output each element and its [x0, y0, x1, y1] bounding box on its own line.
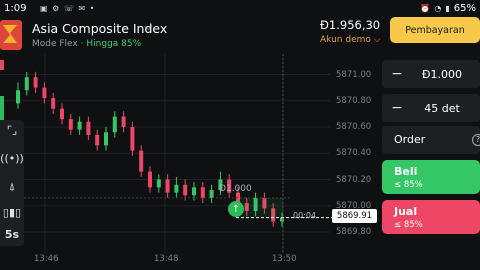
- chart-toolbar: ⌜⌟ ((•)) ⍋ ▯▮▯ 5s: [0, 120, 24, 246]
- sell-label: Jual: [394, 205, 418, 218]
- candle-down: [68, 119, 73, 130]
- y-tick-label: 5869.80: [336, 227, 372, 237]
- candle-down: [42, 87, 47, 99]
- amount-value[interactable]: Đ1.000: [412, 60, 472, 88]
- expiry-timer: 00:04: [293, 211, 317, 220]
- candle-down: [148, 171, 152, 188]
- candle-down: [183, 184, 188, 196]
- y-tick-label: 5870.60: [336, 122, 372, 132]
- buy-label: Beli: [394, 165, 418, 178]
- buy-button[interactable]: Beli ≤ 85%: [382, 160, 480, 194]
- y-tick-label: 5870.80: [336, 95, 372, 106]
- battery-level: 65%: [453, 3, 476, 14]
- account-type-label: Akun demo: [320, 35, 371, 45]
- mode-separator: ·: [80, 39, 84, 49]
- y-tick-label: 5870.20: [336, 174, 372, 185]
- help-icon[interactable]: ?: [472, 134, 480, 146]
- candle-up: [156, 179, 161, 188]
- alarm-icon: ⏰: [420, 4, 431, 13]
- candle-down: [33, 77, 38, 88]
- amount-stepper[interactable]: − Đ1.000: [382, 60, 480, 88]
- status-time: 1:09: [4, 3, 27, 14]
- chart-grid: [0, 54, 330, 254]
- deposit-button[interactable]: Pembayaran: [390, 17, 480, 43]
- asset-logo-icon[interactable]: [0, 20, 22, 50]
- signal-icon[interactable]: ((•)): [0, 152, 24, 165]
- candle-down: [95, 134, 100, 146]
- wifi-icon: ◔: [434, 4, 442, 13]
- status-right: ⏰ ◔ ▮ 65%: [420, 3, 476, 14]
- candle-up: [112, 116, 117, 133]
- status-bar: 1:09 ▣ ⚙ ☏ ✉ • ⏰ ◔ ▮ 65%: [0, 0, 480, 18]
- duration-value[interactable]: 45 det: [412, 94, 472, 122]
- duration-minus-button[interactable]: −: [382, 94, 412, 122]
- order-button[interactable]: Order ?: [382, 126, 480, 154]
- status-icons: ▣ ⚙ ☏ ✉ •: [40, 4, 96, 13]
- x-tick-label: 13:50: [272, 254, 297, 264]
- candle-up: [77, 121, 82, 130]
- payout-label: Hingga 85%: [86, 39, 142, 49]
- candle-up: [104, 132, 108, 146]
- price-chart[interactable]: [0, 54, 380, 254]
- candle-up: [174, 184, 179, 193]
- candle-up: [24, 77, 29, 91]
- strike-amount: Đ1.000: [219, 184, 252, 194]
- candle-down: [200, 187, 205, 198]
- edge-marker-red: [0, 60, 4, 70]
- timeframe-button[interactable]: 5s: [0, 228, 24, 241]
- account-type[interactable]: Akun demo ⌵: [320, 35, 381, 45]
- chevron-down-icon: ⌵: [373, 35, 381, 45]
- buy-payout: ≤ 85%: [394, 180, 423, 190]
- sell-button[interactable]: Jual ≤ 85%: [382, 200, 480, 234]
- trade-up-arrow-icon[interactable]: ↑: [228, 201, 244, 217]
- candle-down: [121, 116, 126, 127]
- account-balance[interactable]: Đ1.956,30: [320, 18, 380, 32]
- x-tick-label: 13:48: [154, 254, 179, 264]
- mode-label: Mode Flex: [32, 39, 78, 49]
- candle-down: [130, 127, 135, 151]
- signal-bars-icon: ▮: [445, 4, 450, 13]
- candle-down: [60, 108, 64, 120]
- mode-line: Mode Flex · Hingga 85%: [32, 39, 141, 49]
- amount-minus-button[interactable]: −: [382, 60, 412, 88]
- x-tick-label: 13:46: [34, 254, 59, 264]
- candle-up: [16, 90, 20, 104]
- duration-stepper[interactable]: − 45 det: [382, 94, 480, 122]
- collapse-icon[interactable]: ⌜⌟: [0, 124, 24, 137]
- chevron-down-icon[interactable]: ⌵: [144, 20, 152, 34]
- candle-up: [192, 187, 196, 196]
- candle-up: [209, 190, 214, 198]
- drawing-icon[interactable]: ⍋: [0, 180, 24, 194]
- current-price-tag: 5869.91: [332, 209, 377, 223]
- y-tick-label: 5870.40: [336, 148, 372, 159]
- sell-payout: ≤ 85%: [394, 220, 423, 230]
- candle-down: [165, 179, 170, 193]
- candle-down: [139, 150, 144, 172]
- candle-down: [86, 121, 91, 135]
- order-label: Order: [394, 133, 426, 146]
- indicators-icon[interactable]: ▯▮▯: [0, 206, 24, 219]
- candle-down: [51, 98, 56, 109]
- y-tick-label: 5871.00: [336, 69, 372, 80]
